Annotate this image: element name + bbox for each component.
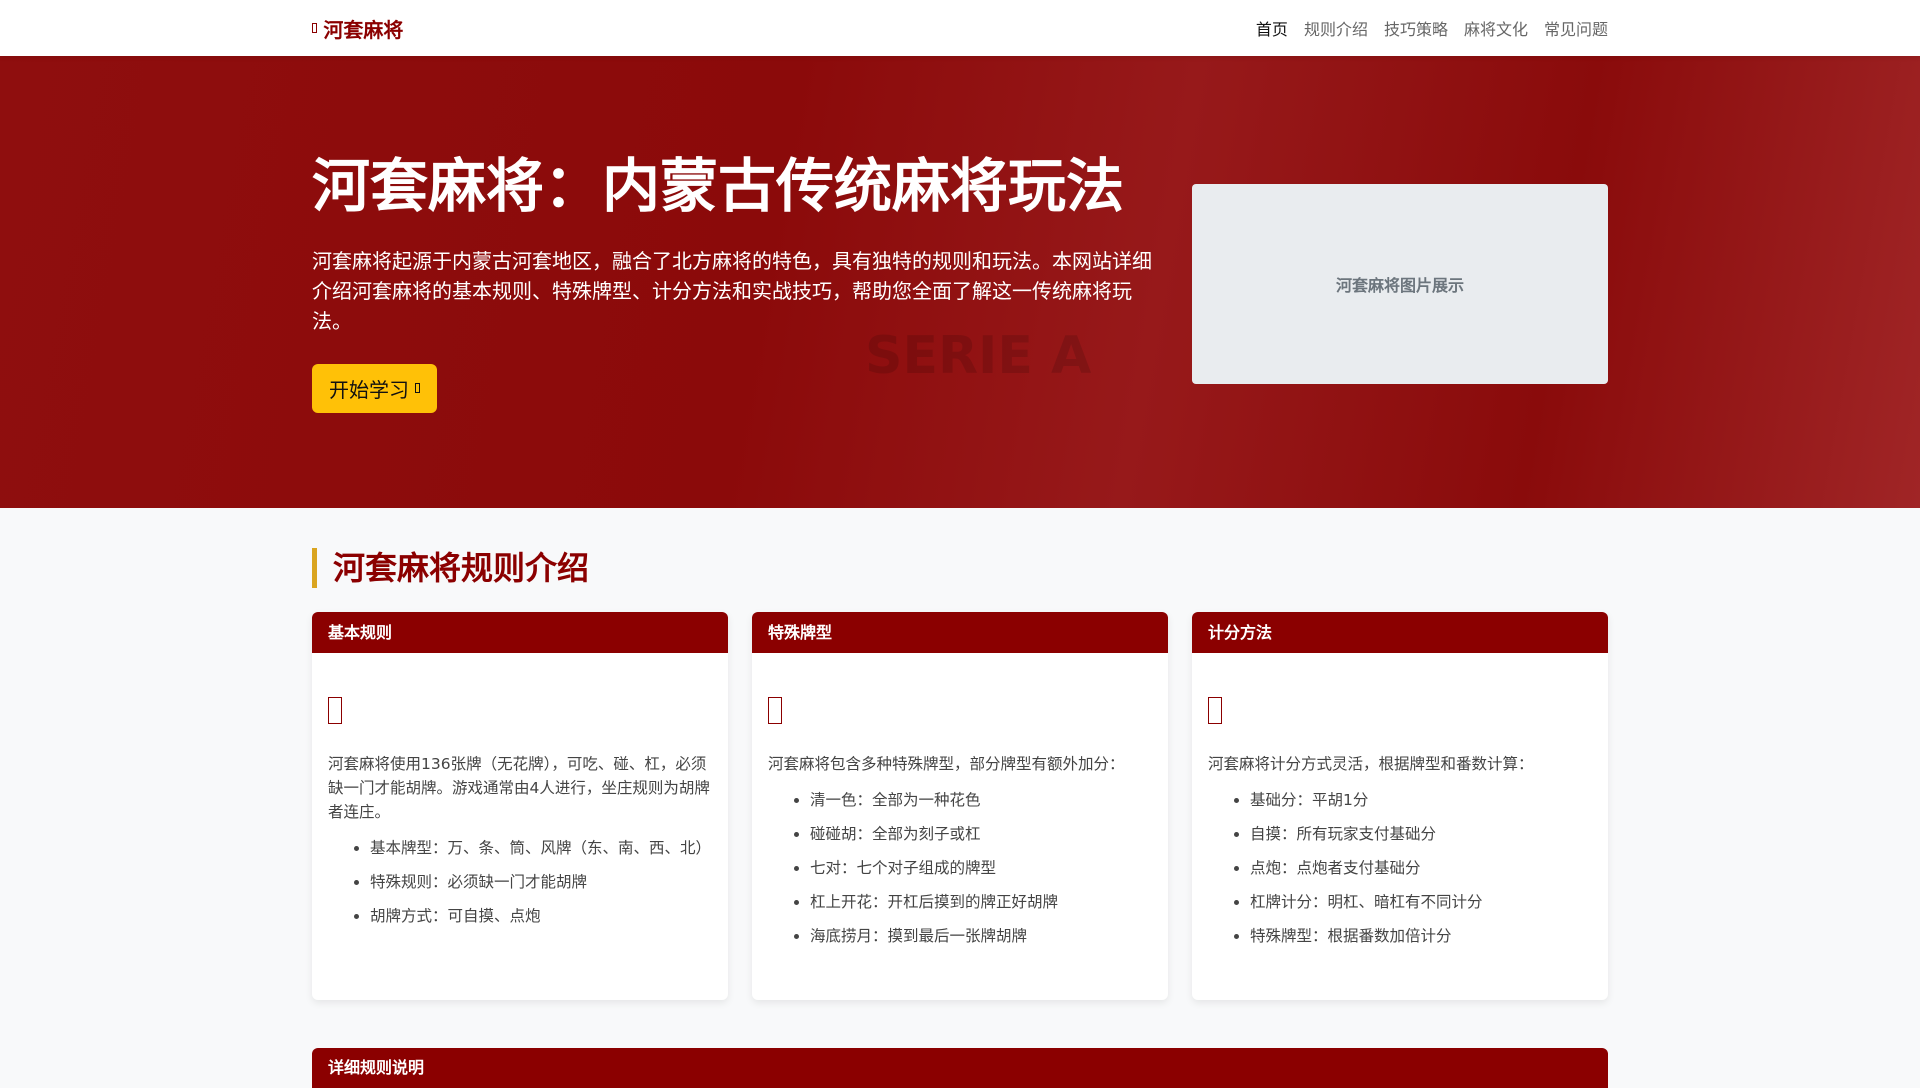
calculator-icon bbox=[1208, 687, 1592, 734]
star-icon bbox=[768, 687, 1152, 734]
list-item: 七对：七个对子组成的牌型 bbox=[810, 856, 1152, 880]
list-item: 特殊牌型：根据番数加倍计分 bbox=[1250, 924, 1592, 948]
mahjong-icon bbox=[312, 22, 318, 34]
rules-icon bbox=[328, 687, 712, 734]
rule-cards: 基本规则 河套麻将使用136张牌（无花牌），可吃、碰、杠，必须缺一门才能胡牌。游… bbox=[312, 612, 1608, 1000]
nav-culture[interactable]: 麻将文化 bbox=[1464, 16, 1528, 40]
list-item: 点炮：点炮者支付基础分 bbox=[1250, 856, 1592, 880]
list-item: 清一色：全部为一种花色 bbox=[810, 788, 1152, 812]
start-learning-label: 开始学习 bbox=[329, 377, 409, 402]
card-intro: 河套麻将使用136张牌（无花牌），可吃、碰、杠，必须缺一门才能胡牌。游戏通常由4… bbox=[328, 754, 710, 821]
list-item: 自摸：所有玩家支付基础分 bbox=[1250, 822, 1592, 846]
list-item: 基本牌型：万、条、筒、风牌（东、南、西、北） bbox=[370, 836, 712, 860]
card-header: 特殊牌型 bbox=[752, 612, 1168, 653]
nav-faq[interactable]: 常见问题 bbox=[1544, 16, 1608, 40]
list-item: 杠牌计分：明杠、暗杠有不同计分 bbox=[1250, 890, 1592, 914]
card-special-hands: 特殊牌型 河套麻将包含多种特殊牌型，部分牌型有额外加分： 清一色：全部为一种花色… bbox=[752, 612, 1168, 1000]
hero-title: 河套麻将：内蒙古传统麻将玩法 bbox=[312, 152, 1125, 220]
nav-strategy[interactable]: 技巧策略 bbox=[1384, 16, 1448, 40]
card-intro: 河套麻将包含多种特殊牌型，部分牌型有额外加分： bbox=[768, 754, 1125, 773]
brand-link[interactable]: 河套麻将 bbox=[312, 14, 403, 43]
nav-home[interactable]: 首页 bbox=[1256, 16, 1288, 40]
list-item: 基础分：平胡1分 bbox=[1250, 788, 1592, 812]
detail-rules-header: 详细规则说明 bbox=[312, 1048, 1608, 1088]
list-item: 特殊规则：必须缺一门才能胡牌 bbox=[370, 870, 712, 894]
image-placeholder: 河套麻将图片展示 bbox=[1192, 184, 1608, 384]
card-intro: 河套麻将计分方式灵活，根据牌型和番数计算： bbox=[1208, 754, 1534, 773]
hero-lead: 河套麻将起源于内蒙古河套地区，融合了北方麻将的特色，具有独特的规则和玩法。本网站… bbox=[312, 248, 1152, 333]
navbar: 河套麻将 首页 规则介绍 技巧策略 麻将文化 常见问题 bbox=[0, 0, 1920, 56]
list-item: 胡牌方式：可自摸、点炮 bbox=[370, 904, 712, 928]
image-placeholder-label: 河套麻将图片展示 bbox=[1335, 276, 1464, 295]
nav-links: 首页 规则介绍 技巧策略 麻将文化 常见问题 bbox=[1256, 16, 1608, 40]
brand-name: 河套麻将 bbox=[323, 17, 404, 42]
arrow-right-icon bbox=[415, 382, 421, 394]
start-learning-button[interactable]: 开始学习 bbox=[312, 363, 438, 413]
card-scoring: 计分方法 河套麻将计分方式灵活，根据牌型和番数计算： 基础分：平胡1分自摸：所有… bbox=[1192, 612, 1608, 1000]
list-item: 碰碰胡：全部为刻子或杠 bbox=[810, 822, 1152, 846]
card-header: 基本规则 bbox=[312, 612, 728, 653]
card-header: 计分方法 bbox=[1192, 612, 1608, 653]
section-title: 河套麻将规则介绍 bbox=[312, 548, 1608, 588]
list-item: 杠上开花：开杠后摸到的牌正好胡牌 bbox=[810, 890, 1152, 914]
card-basic-rules: 基本规则 河套麻将使用136张牌（无花牌），可吃、碰、杠，必须缺一门才能胡牌。游… bbox=[312, 612, 728, 1000]
list-item: 海底捞月：摸到最后一张牌胡牌 bbox=[810, 924, 1152, 948]
hero: SERIE A 河套麻将：内蒙古传统麻将玩法 河套麻将起源于内蒙古河套地区，融合… bbox=[0, 56, 1920, 508]
nav-rules[interactable]: 规则介绍 bbox=[1304, 16, 1368, 40]
